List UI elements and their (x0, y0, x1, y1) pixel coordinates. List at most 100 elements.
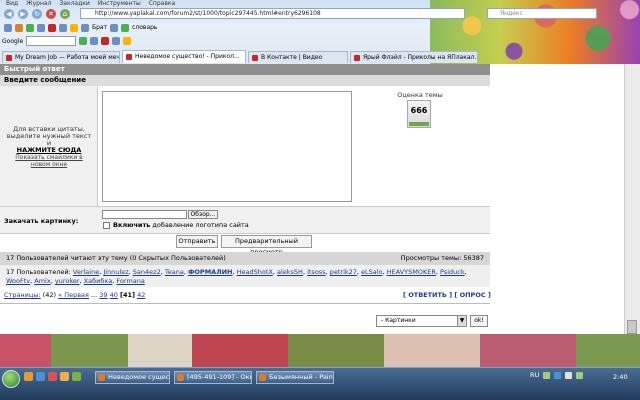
desktop-wallpaper-strip (0, 334, 640, 367)
google-search-input[interactable] (26, 36, 77, 46)
user-link[interactable]: itsoss (307, 268, 326, 276)
menu-tools[interactable]: Инструменты (98, 0, 141, 7)
toolbar-icon[interactable] (79, 37, 88, 45)
tray-icon[interactable] (543, 371, 551, 379)
google-label: Google (2, 37, 24, 45)
rating-vote-bar[interactable] (409, 122, 429, 126)
user-link[interactable]: Formana (116, 277, 144, 285)
user-link[interactable]: Хабибка (84, 277, 113, 285)
browse-button[interactable]: Обзор... (188, 210, 218, 219)
first-page-link[interactable]: « Первая (58, 291, 89, 299)
search-input[interactable]: Яндекс (487, 8, 597, 19)
tray-icon[interactable] (554, 371, 562, 379)
language-indicator[interactable]: RU (530, 371, 539, 379)
poll-link[interactable]: [ ОПРОС ] (454, 291, 491, 299)
toolbar-icon[interactable] (4, 23, 12, 32)
quick-launch (24, 372, 81, 381)
logo-checkbox-label: Включить добавление логотипа сайта (113, 221, 249, 229)
user-link[interactable]: eLSalo (361, 268, 383, 276)
toolbar-icon[interactable] (48, 23, 56, 32)
menu-view[interactable]: Вид (6, 0, 18, 7)
show-smilies-link[interactable]: Показать смайлики в новом окне (6, 154, 92, 168)
reply-link[interactable]: [ ОТВЕТИТЬ ] (403, 291, 452, 299)
jump-go-button[interactable]: ok! (470, 315, 488, 327)
taskbar-item-firefox[interactable]: Неведомое сущест... (95, 371, 170, 384)
user-link[interactable]: Jinnulez (103, 268, 128, 276)
logo-label-suffix: добавление логотипа сайта (152, 221, 249, 229)
page-link[interactable]: 39 (99, 291, 107, 299)
user-link[interactable]: Amix (34, 277, 50, 285)
taskbar-item-paint[interactable]: Безымянный - Paint (256, 371, 334, 384)
page-link[interactable]: 40 (110, 291, 118, 299)
quote-action-link[interactable]: НАЖМИТЕ СЮДА (4, 147, 94, 154)
quick-launch-icon[interactable] (24, 372, 33, 381)
logo-checkbox[interactable] (103, 222, 110, 229)
logo-label-prefix: Включить (113, 221, 151, 229)
pagination-label[interactable]: Страницы: (4, 291, 41, 299)
menu-history[interactable]: Журнал (26, 0, 51, 7)
send-button[interactable]: Отправить (176, 235, 218, 248)
user-link[interactable]: petrik27 (330, 268, 357, 276)
reload-icon[interactable]: ↻ (32, 9, 42, 19)
toolbar-icon[interactable] (123, 37, 132, 45)
start-button-icon[interactable] (2, 370, 20, 388)
toolbar-icon[interactable] (59, 23, 67, 32)
user-link[interactable]: San4ez2 (133, 268, 161, 276)
readers-stats-bar: 17 Пользователей читают эту тему (0 Скры… (0, 252, 490, 265)
user-link[interactable]: Psiduck (440, 268, 465, 276)
toolbar-icon[interactable] (101, 37, 110, 45)
quote-hint-text: Для вставки цитаты, выделите нужный текс… (6, 125, 92, 147)
quick-launch-icon[interactable] (36, 372, 45, 381)
enter-message-heading: Введите сообщение (0, 75, 490, 86)
scrollbar-thumb[interactable] (627, 320, 637, 334)
user-link[interactable]: Teana (165, 268, 184, 276)
user-link[interactable]: WooFtv (6, 277, 30, 285)
user-link[interactable]: ФОРМАЛИН (188, 268, 233, 276)
message-textarea[interactable] (102, 91, 352, 202)
vertical-scrollbar[interactable] (624, 64, 640, 334)
tray-icon[interactable] (565, 371, 573, 379)
user-link[interactable]: Verlaine (73, 268, 99, 276)
quick-launch-icon[interactable] (60, 372, 69, 381)
toolbar-icon[interactable] (15, 23, 23, 32)
tray-icon[interactable] (576, 371, 584, 379)
toolbar-icon[interactable] (121, 23, 130, 32)
home-icon[interactable]: ⌂ (60, 9, 70, 19)
user-link[interactable]: yuroker (55, 277, 80, 285)
toolbar-icon[interactable] (70, 23, 78, 32)
toolbar-icon[interactable] (37, 23, 45, 32)
file-input[interactable] (102, 210, 187, 219)
back-icon[interactable]: ◀ (4, 9, 14, 19)
forward-icon[interactable]: ▶ (18, 9, 28, 19)
upload-label: Закачать картинку: (4, 217, 79, 225)
stop-icon[interactable]: ✕ (46, 9, 56, 19)
user-link[interactable]: HeadShotX (237, 268, 273, 276)
bookmarks-toolbar: Брат словарь (0, 21, 430, 34)
quick-launch-icon[interactable] (72, 372, 81, 381)
user-link[interactable]: HEAVYSMOKER (387, 268, 436, 276)
preview-button[interactable]: Предварительный просмотр (221, 235, 312, 256)
toolbar-icon[interactable] (90, 37, 99, 45)
toolbar-link[interactable]: Брат (92, 24, 107, 31)
user-link[interactable]: aleksSH (277, 268, 303, 276)
clock: 2:40 (613, 373, 628, 381)
taskbar-item-window[interactable]: [495-491-109] - Окн... (174, 371, 252, 384)
system-tray: RU (530, 371, 584, 379)
quick-launch-icon[interactable] (48, 372, 57, 381)
tab-flail[interactable]: Ярый Флэйл - Приколы на ЯПлакал... (350, 51, 478, 63)
toolbar-icon[interactable] (112, 37, 121, 45)
toolbar-icon[interactable] (81, 23, 89, 32)
forum-jump-select[interactable]: - Картинки (376, 315, 467, 327)
chevron-down-icon[interactable]: ▼ (457, 316, 466, 326)
tab-dream-job[interactable]: My Dream Job — Работа моей меч... (2, 51, 120, 63)
toolbar-link[interactable]: словарь (132, 24, 157, 31)
toolbar-icon[interactable] (26, 23, 34, 32)
page-link[interactable]: 42 (137, 291, 145, 299)
toolbar-icon[interactable] (110, 23, 119, 32)
menu-bookmarks[interactable]: Закладки (59, 0, 89, 7)
tab-vkontakte[interactable]: В Контакте | Видео (248, 51, 348, 63)
menu-help[interactable]: Справка (149, 0, 175, 7)
rating-label: Оценка темы (397, 91, 443, 99)
tab-creature[interactable]: Неведомое существо! - Прикол... (122, 50, 246, 63)
address-bar[interactable]: http://www.yaplakal.com/forum2/st/1000/t… (80, 8, 465, 19)
